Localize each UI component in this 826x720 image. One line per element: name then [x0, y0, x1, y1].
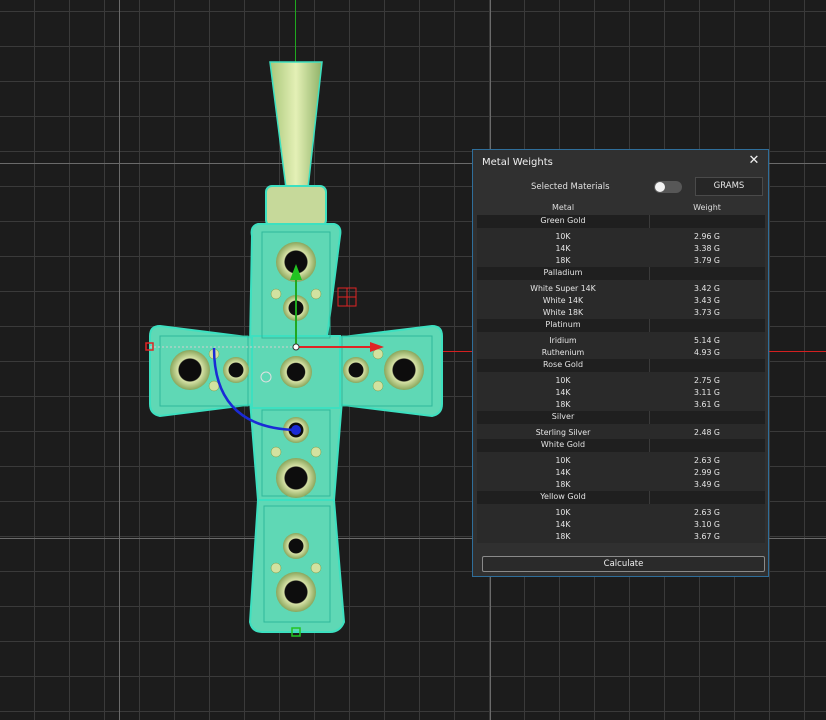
column-divider [649, 491, 650, 504]
group-name: White Gold [540, 440, 586, 449]
metal-name: 10K [555, 232, 571, 241]
table-row: 18K 3.67 G [477, 531, 765, 543]
table-row: White 18K 3.73 G [477, 307, 765, 319]
metal-name: Ruthenium [541, 348, 585, 357]
group-name: Platinum [545, 320, 581, 329]
metal-weight: 4.93 G [694, 348, 720, 357]
column-divider [649, 439, 650, 452]
metal-weight: 2.75 G [694, 376, 720, 385]
metal-name: 10K [555, 456, 571, 465]
column-header-metal: Metal [551, 203, 575, 212]
gizmo-rotate-handle [291, 425, 301, 435]
table-row: Iridium 5.14 G [477, 335, 765, 347]
group-row: Platinum [477, 319, 765, 332]
metal-weight: 2.63 G [694, 456, 720, 465]
table-row: 14K 3.38 G [477, 243, 765, 255]
table-row: 10K 2.75 G [477, 375, 765, 387]
table-row: White Super 14K 3.42 G [477, 283, 765, 295]
table-row: 14K 3.11 G [477, 387, 765, 399]
table-row: 18K 3.61 G [477, 399, 765, 411]
table-row: 10K 2.96 G [477, 231, 765, 243]
group-items: 10K 2.63 G 14K 2.99 G 18K 3.49 G [477, 452, 765, 491]
metal-weight: 3.38 G [694, 244, 720, 253]
metal-weight: 5.14 G [694, 336, 720, 345]
group-items: 10K 2.63 G 14K 3.10 G 18K 3.67 G [477, 504, 765, 543]
metal-name: 14K [555, 388, 571, 397]
table-row: 14K 2.99 G [477, 467, 765, 479]
group-name: Green Gold [540, 216, 586, 225]
metal-name: 10K [555, 376, 571, 385]
group-row: Palladium [477, 267, 765, 280]
group-row: Silver [477, 411, 765, 424]
gizmo-center-point [292, 343, 300, 351]
group-items: White Super 14K 3.42 G White 14K 3.43 G Whit… [477, 280, 765, 319]
group-name: Palladium [543, 268, 583, 277]
metal-weight: 3.61 G [694, 400, 720, 409]
table-row: 18K 3.79 G [477, 255, 765, 267]
table-row: 14K 3.10 G [477, 519, 765, 531]
panel-title: Metal Weights [482, 157, 553, 168]
group-row: White Gold [477, 439, 765, 452]
bail-connector [265, 185, 327, 227]
group-name: Rose Gold [542, 360, 584, 369]
metal-name: 14K [555, 520, 571, 529]
metal-name: Iridium [549, 336, 577, 345]
metal-weight: 3.11 G [694, 388, 720, 397]
table-header: Metal Weight [477, 201, 765, 215]
metal-name: White 14K [542, 296, 584, 305]
bail-shape [269, 61, 323, 189]
metal-weight: 2.96 G [694, 232, 720, 241]
table-row: 10K 2.63 G [477, 455, 765, 467]
metal-weight: 2.99 G [694, 468, 720, 477]
group-items: Sterling Silver 2.48 G [477, 424, 765, 439]
group-name: Silver [551, 412, 575, 421]
table-row: 18K 3.49 G [477, 479, 765, 491]
metal-weight: 3.43 G [694, 296, 720, 305]
calculate-button[interactable]: Calculate [482, 556, 765, 572]
close-icon[interactable]: ✕ [746, 153, 762, 169]
gizmo-plane-handle [337, 287, 357, 307]
metal-weights-table: Green Gold 10K 2.96 G 14K 3.38 G 18K 3.79 G Pal… [477, 215, 765, 549]
table-row: 10K 2.63 G [477, 507, 765, 519]
column-divider [649, 319, 650, 332]
metal-name: 10K [555, 508, 571, 517]
metal-name: 18K [555, 256, 571, 265]
group-name: Yellow Gold [540, 492, 586, 501]
metal-weight: 3.42 G [694, 284, 720, 293]
metal-weights-panel: Metal Weights ✕ Selected Materials GRAMS… [472, 149, 769, 577]
metal-name: 14K [555, 244, 571, 253]
metal-name: 18K [555, 480, 571, 489]
group-items: 10K 2.75 G 14K 3.11 G 18K 3.61 G [477, 372, 765, 411]
metal-weight: 3.73 G [694, 308, 720, 317]
column-divider [649, 215, 650, 228]
toggle-knob [655, 182, 665, 192]
column-divider [649, 267, 650, 280]
column-divider [649, 411, 650, 424]
group-row: Rose Gold [477, 359, 765, 372]
metal-weight: 2.48 G [694, 428, 720, 437]
metal-weight: 2.63 G [694, 508, 720, 517]
metal-name: 18K [555, 532, 571, 541]
table-row: Ruthenium 4.93 G [477, 347, 765, 359]
metal-name: 14K [555, 468, 571, 477]
column-header-weight: Weight [693, 203, 721, 212]
metal-name: Sterling Silver [535, 428, 591, 437]
metal-name: 18K [555, 400, 571, 409]
group-items: Iridium 5.14 G Ruthenium 4.93 G [477, 332, 765, 359]
units-button[interactable]: GRAMS [695, 177, 763, 196]
metal-weight: 3.10 G [694, 520, 720, 529]
table-row: White 14K 3.43 G [477, 295, 765, 307]
column-divider [649, 359, 650, 372]
group-row: Yellow Gold [477, 491, 765, 504]
selected-materials-toggle[interactable] [654, 181, 682, 193]
selected-materials-label: Selected Materials [531, 182, 610, 192]
metal-weight: 3.79 G [694, 256, 720, 265]
group-items: 10K 2.96 G 14K 3.38 G 18K 3.79 G [477, 228, 765, 267]
metal-name: White Super 14K [530, 284, 596, 293]
metal-name: White 18K [542, 308, 584, 317]
metal-weight: 3.67 G [694, 532, 720, 541]
group-row: Green Gold [477, 215, 765, 228]
metal-weight: 3.49 G [694, 480, 720, 489]
table-row: Sterling Silver 2.48 G [477, 427, 765, 439]
